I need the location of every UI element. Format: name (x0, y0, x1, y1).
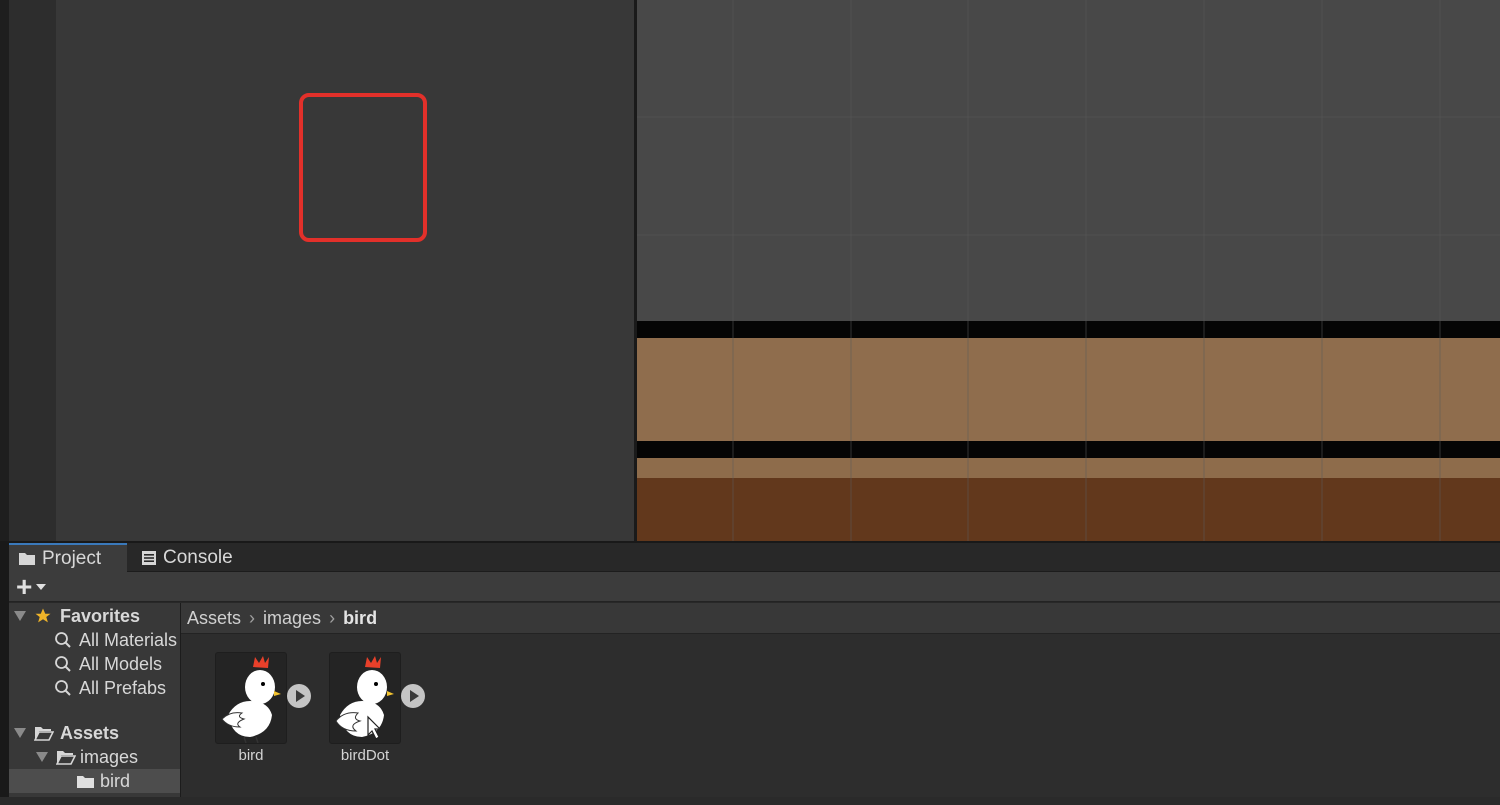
star-icon (34, 607, 52, 625)
tree-item-favorites[interactable]: Favorites (9, 604, 180, 628)
ground-sprite-strip (637, 458, 1500, 478)
tab-label: Console (163, 546, 233, 568)
chevron-right-icon: › (329, 607, 336, 628)
create-menu-button[interactable]: + (16, 571, 56, 602)
asset-name: bird (238, 747, 264, 764)
breadcrumb-assets[interactable]: Assets (187, 608, 241, 629)
ground-sprite-top (637, 338, 1500, 441)
tab-project[interactable]: Project (9, 543, 127, 572)
open-folder-icon (34, 725, 54, 741)
console-icon (141, 550, 157, 566)
tree-item-label: bird (100, 770, 131, 791)
chevron-right-icon: › (249, 607, 256, 628)
asset-tile-bird[interactable]: bird (215, 652, 325, 772)
tree-item-label: Favorites (60, 605, 141, 626)
folder-icon (76, 774, 95, 789)
tree-item-label: All Prefabs (79, 677, 167, 698)
tree-item-label: Assets (60, 722, 120, 743)
play-icon[interactable] (287, 684, 311, 708)
tab-bar: Project Console (9, 543, 1500, 572)
birddot-sprite-thumbnail[interactable] (329, 652, 401, 744)
scene-view[interactable] (637, 0, 1500, 541)
ground-outline-top (637, 321, 1500, 338)
breadcrumb-bird[interactable]: bird (343, 608, 377, 629)
bird-sprite-thumbnail[interactable] (215, 652, 287, 744)
asset-content-area[interactable]: Assets › images › bird bird birdDot (181, 603, 1500, 805)
expand-arrow-icon[interactable] (14, 728, 26, 738)
tree-item-bird[interactable]: bird (9, 769, 180, 793)
breadcrumb-images[interactable]: images (263, 608, 321, 629)
tree-item-all-materials[interactable]: All Materials (9, 628, 180, 652)
asset-tile-birddot[interactable]: birdDot (329, 652, 439, 772)
expand-arrow-icon[interactable] (14, 611, 26, 621)
tree-item-label: All Models (79, 653, 163, 674)
play-icon[interactable] (401, 684, 425, 708)
search-icon (54, 679, 72, 697)
hierarchy-gutter (9, 0, 56, 541)
ground-outline-middle (637, 441, 1500, 458)
ground-sprite-dark (637, 478, 1500, 541)
tab-console[interactable]: Console (139, 543, 259, 572)
tree-item-all-models[interactable]: All Models (9, 652, 180, 676)
tab-label: Project (42, 547, 102, 569)
asset-name: birdDot (340, 747, 390, 764)
plus-icon: + (16, 571, 33, 602)
left-edge-strip (0, 0, 9, 541)
expand-arrow-icon[interactable] (36, 752, 48, 762)
folder-tree[interactable]: Favorites All Materials All Models All P… (9, 603, 180, 805)
project-window: Project Console + Favorites All Material… (9, 543, 1500, 805)
folder-icon (18, 551, 36, 566)
chevron-down-icon (36, 584, 47, 590)
window-bottom-edge (0, 797, 1500, 805)
tree-item-all-prefabs[interactable]: All Prefabs (9, 676, 180, 700)
search-icon (54, 631, 72, 649)
tree-item-label: images (80, 746, 139, 767)
hierarchy-panel[interactable] (56, 0, 634, 541)
open-folder-icon (56, 749, 76, 765)
tree-item-assets[interactable]: Assets (9, 721, 180, 745)
tree-item-images[interactable]: images (9, 745, 180, 769)
search-icon (54, 655, 72, 673)
tree-item-label: All Materials (79, 629, 178, 650)
scene-background (637, 0, 1500, 321)
project-toolbar: + (9, 572, 1500, 602)
breadcrumb: Assets › images › bird (181, 603, 1500, 634)
